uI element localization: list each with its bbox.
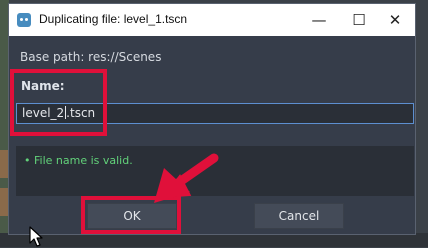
mouse-pointer-icon: [29, 226, 43, 247]
red-arrow-icon: [154, 153, 219, 203]
